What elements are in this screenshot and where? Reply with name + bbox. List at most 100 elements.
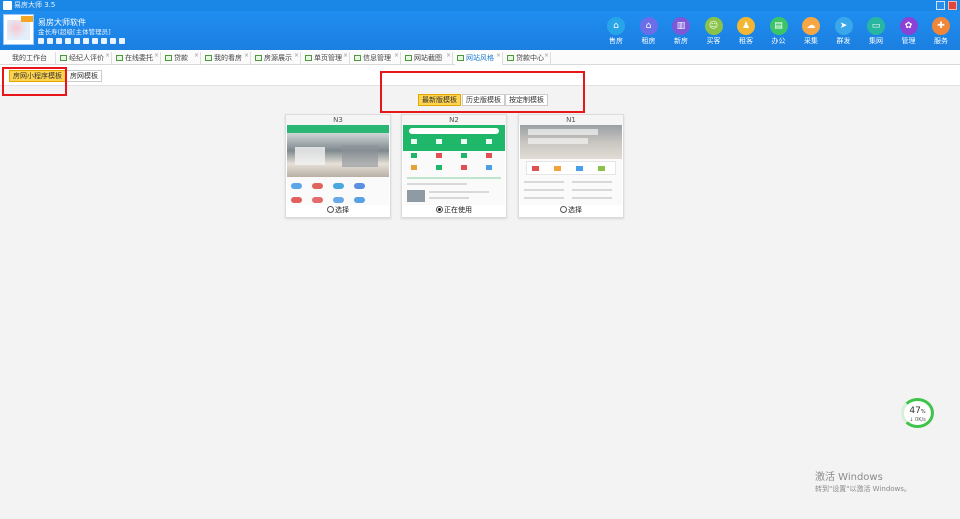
nav-item-10[interactable]: ✚ 服务 [925, 13, 957, 49]
tab-label: 贷款中心 [516, 54, 544, 62]
nav-item-label: 售房 [609, 37, 623, 45]
tenant-icon: ♟ [737, 17, 755, 35]
tab-close-icon[interactable]: × [446, 50, 451, 62]
tab-label: 我的工作台 [12, 54, 47, 62]
tab-close-icon[interactable]: × [244, 50, 249, 62]
highlight-box-filters [380, 71, 585, 113]
template-status[interactable]: 选择 [519, 205, 623, 216]
app-header: 易房大师软件 金长寿(超级[主体管理员] ⌂ 售房 ⌂ 租房 ▥ 新房 ☺ 买客 ♟ 租客 ▤ 办公 ☁… [0, 11, 960, 50]
monitor-icon: ▭ [867, 17, 885, 35]
home-key-icon: ⌂ [639, 17, 658, 35]
template-code: N1 [519, 115, 623, 125]
tab-7[interactable]: 信息管理 × [352, 52, 401, 65]
template-preview [403, 125, 505, 205]
radio-icon [560, 206, 567, 213]
template-code: N3 [286, 115, 390, 125]
cloud-icon: ☁ [802, 17, 820, 35]
quick-icon[interactable] [74, 38, 80, 44]
nav-item-label: 群发 [836, 37, 851, 45]
nav-item-label: 管理 [901, 37, 916, 45]
tab-label: 贷款 [174, 54, 188, 62]
activation-subtitle: 转到"设置"以激活 Windows。 [815, 485, 911, 493]
nav-item-label: 采集 [804, 37, 818, 45]
nav-item-label: 办公 [771, 37, 786, 45]
account-name: 金长寿(超级[主体管理员] [38, 28, 111, 36]
radio-icon [327, 206, 334, 213]
radio-icon [436, 206, 443, 213]
template-status[interactable]: 正在使用 [402, 205, 506, 216]
quick-icon[interactable] [110, 38, 116, 44]
gear-icon: ✿ [899, 17, 918, 35]
maximize-button[interactable] [936, 1, 945, 10]
service-icon: ✚ [932, 17, 950, 35]
nav-item-4[interactable]: ♟ 租客 [730, 13, 762, 49]
tab-page-icon [305, 55, 312, 61]
template-card-n3[interactable]: N3 选择 [285, 114, 391, 218]
tab-close-icon[interactable]: × [343, 50, 348, 62]
house-icon: ⌂ [607, 17, 625, 35]
nav-item-6[interactable]: ☁ 采集 [795, 13, 827, 49]
status-label: 正在使用 [444, 206, 472, 214]
tab-strip: 我的工作台 经纪人评价 × 在线委托 × 贷款 × 我的看房 × 房源展示 × 单页管理 × 信息管理 × 网… [0, 50, 960, 65]
tab-label: 网站风格 [466, 54, 494, 62]
tab-close-icon[interactable]: × [394, 50, 399, 62]
quick-icon[interactable] [56, 38, 62, 44]
template-card-n1[interactable]: N1 选择 [518, 114, 624, 218]
tab-10[interactable]: 贷款中心 × [505, 52, 551, 65]
quick-icon[interactable] [65, 38, 71, 44]
tab-close-icon[interactable]: × [105, 50, 110, 62]
logo-badge [21, 16, 33, 22]
subtab-website-templates[interactable]: 房网模板 [66, 70, 102, 82]
main-nav: ⌂ 售房 ⌂ 租房 ▥ 新房 ☺ 买客 ♟ 租客 ▤ 办公 ☁ 采集 ➤ 群发 ▭ 集网 ✿ 管理 ✚ 服务 [600, 13, 960, 49]
quick-icon[interactable] [92, 38, 98, 44]
quick-icon[interactable] [119, 38, 125, 44]
tab-page-icon [354, 55, 361, 61]
tab-label: 房源展示 [264, 54, 292, 62]
tab-page-icon [116, 55, 123, 61]
nav-item-2[interactable]: ▥ 新房 [665, 13, 697, 49]
tab-label: 我的看房 [214, 54, 242, 62]
quick-icon[interactable] [47, 38, 53, 44]
tab-0[interactable]: 我的工作台 [10, 52, 56, 65]
tab-page-icon [165, 55, 172, 61]
window-title: 易房大师 3.5 [14, 1, 56, 9]
nav-item-5[interactable]: ▤ 办公 [763, 13, 795, 49]
speed-rate: ↓ 0K/s [909, 417, 926, 423]
template-card-n2[interactable]: N2 正在使用 [401, 114, 507, 218]
buyer-icon: ☺ [704, 17, 723, 35]
tab-5[interactable]: 房源展示 × [253, 52, 301, 65]
title-bar: 易房大师 3.5 [0, 0, 960, 11]
nav-item-label: 新房 [674, 37, 688, 45]
tab-2[interactable]: 在线委托 × [114, 52, 161, 65]
tab-close-icon[interactable]: × [194, 50, 199, 62]
tab-3[interactable]: 贷款 × [163, 52, 201, 65]
nav-item-7[interactable]: ➤ 群发 [828, 13, 860, 49]
network-speed-widget[interactable]: 47% ↓ 0K/s [901, 398, 934, 428]
printer-icon: ▤ [769, 17, 788, 35]
tab-close-icon[interactable]: × [496, 50, 501, 62]
logo-image [7, 20, 30, 40]
tab-close-icon[interactable]: × [154, 50, 159, 62]
close-button[interactable] [948, 1, 957, 10]
tab-6[interactable]: 单页管理 × [303, 52, 350, 65]
tab-close-icon[interactable]: × [294, 50, 299, 62]
nav-item-0[interactable]: ⌂ 售房 [600, 13, 632, 49]
building-icon: ▥ [672, 17, 690, 35]
company-logo [3, 14, 34, 45]
tab-close-icon[interactable]: × [544, 50, 549, 62]
template-status[interactable]: 选择 [286, 205, 390, 216]
tab-1[interactable]: 经纪人评价 × [58, 52, 112, 65]
nav-item-9[interactable]: ✿ 管理 [893, 13, 925, 49]
tab-9[interactable]: 网站风格 × [455, 52, 503, 65]
nav-item-8[interactable]: ▭ 集网 [860, 13, 892, 49]
tab-label: 在线委托 [125, 54, 153, 62]
quick-icon[interactable] [101, 38, 107, 44]
tab-8[interactable]: 网站截图 × [403, 52, 453, 65]
tab-4[interactable]: 我的看房 × [203, 52, 251, 65]
nav-item-3[interactable]: ☺ 买客 [698, 13, 730, 49]
quick-icon[interactable] [83, 38, 89, 44]
status-label: 选择 [568, 206, 582, 214]
quick-icon[interactable] [38, 38, 44, 44]
nav-item-1[interactable]: ⌂ 租房 [633, 13, 665, 49]
template-code: N2 [402, 115, 506, 125]
